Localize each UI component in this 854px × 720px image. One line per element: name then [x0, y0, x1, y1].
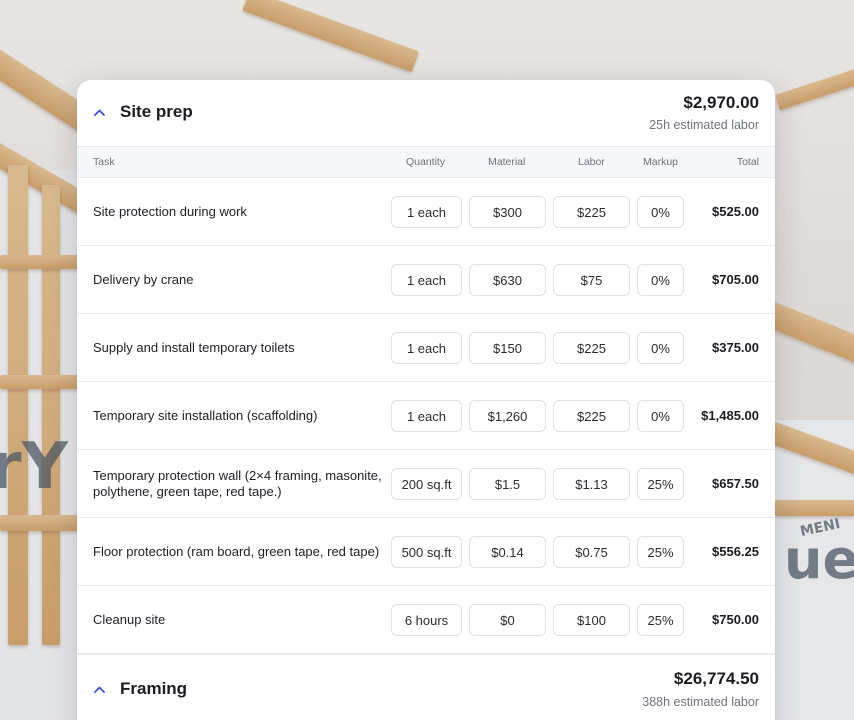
column-header-task: Task [93, 156, 115, 168]
material-input[interactable]: $630 [469, 264, 546, 296]
markup-input[interactable]: 25% [637, 468, 684, 500]
row-total: $556.25 [712, 544, 759, 559]
table-row: Delivery by crane 1 each $630 $75 0% $70… [77, 246, 775, 314]
labor-input[interactable]: $225 [553, 400, 630, 432]
section-total: $26,774.50 [673, 669, 759, 688]
row-total: $375.00 [712, 340, 759, 355]
table-row: Temporary protection wall (2×4 framing, … [77, 450, 775, 518]
quantity-input[interactable]: 1 each [391, 332, 462, 364]
task-name: Temporary protection wall (2×4 framing, … [93, 467, 382, 499]
markup-input[interactable]: 0% [637, 264, 684, 296]
task-name: Floor protection (ram board, green tape,… [93, 543, 380, 559]
quantity-input[interactable]: 1 each [391, 400, 462, 432]
table-body: Site protection during work 1 each $300 … [77, 178, 775, 654]
column-header-material: Material [488, 156, 526, 168]
table-row: Temporary site installation (scaffolding… [77, 382, 775, 450]
task-name: Cleanup site [93, 611, 166, 627]
table-row: Floor protection (ram board, green tape,… [77, 518, 775, 586]
task-name: Temporary site installation (scaffolding… [93, 407, 318, 423]
wrap-lettering-right: ue [784, 528, 854, 591]
labor-input[interactable]: $225 [553, 332, 630, 364]
material-input[interactable]: $0.14 [469, 536, 546, 568]
markup-input[interactable]: 25% [637, 536, 684, 568]
row-total: $750.00 [712, 612, 759, 627]
markup-input[interactable]: 0% [637, 196, 684, 228]
column-header-total: Total [736, 156, 759, 168]
table-header: Task Quantity Material Labor Markup Tota… [77, 146, 775, 178]
markup-input[interactable]: 0% [637, 332, 684, 364]
table-row: Site protection during work 1 each $300 … [77, 178, 775, 246]
material-input[interactable]: $300 [469, 196, 546, 228]
section-total: $2,970.00 [683, 93, 759, 112]
task-name: Site protection during work [93, 203, 247, 219]
row-total: $1,485.00 [701, 408, 759, 423]
markup-input[interactable]: 25% [637, 604, 684, 636]
estimate-card: Site prep $2,970.00 25h estimated labor … [77, 80, 775, 720]
material-input[interactable]: $150 [469, 332, 546, 364]
task-name: Supply and install temporary toilets [93, 339, 295, 355]
table-row: Cleanup site 6 hours $0 $100 25% $750.00 [77, 586, 775, 654]
material-input[interactable]: $1,260 [469, 400, 546, 432]
quantity-input[interactable]: 1 each [391, 196, 462, 228]
quantity-input[interactable]: 200 sq.ft [391, 468, 462, 500]
labor-input[interactable]: $225 [553, 196, 630, 228]
quantity-input[interactable]: 1 each [391, 264, 462, 296]
section-title: Framing [120, 679, 188, 698]
material-input[interactable]: $0 [469, 604, 546, 636]
column-header-quantity: Quantity [406, 156, 446, 168]
section-title: Site prep [120, 102, 193, 121]
section-header-site-prep[interactable]: Site prep $2,970.00 25h estimated labor [77, 80, 775, 146]
labor-input[interactable]: $0.75 [553, 536, 630, 568]
table-row: Supply and install temporary toilets 1 e… [77, 314, 775, 382]
row-total: $657.50 [712, 476, 759, 491]
quantity-input[interactable]: 6 hours [391, 604, 462, 636]
section-labor-estimate: 25h estimated labor [649, 118, 759, 132]
row-total: $705.00 [712, 272, 759, 287]
labor-input[interactable]: $100 [553, 604, 630, 636]
wrap-lettering-left: rY [0, 430, 68, 504]
chevron-up-icon[interactable] [93, 684, 105, 694]
column-header-markup: Markup [643, 156, 679, 168]
task-name: Delivery by crane [93, 271, 194, 287]
labor-input[interactable]: $75 [553, 264, 630, 296]
section-header-framing[interactable]: Framing $26,774.50 388h estimated labor [77, 654, 775, 720]
chevron-up-icon[interactable] [93, 107, 105, 117]
quantity-input[interactable]: 500 sq.ft [391, 536, 462, 568]
row-total: $525.00 [712, 204, 759, 219]
labor-input[interactable]: $1.13 [553, 468, 630, 500]
markup-input[interactable]: 0% [637, 400, 684, 432]
material-input[interactable]: $1.5 [469, 468, 546, 500]
column-header-labor: Labor [578, 156, 605, 168]
section-labor-estimate: 388h estimated labor [642, 695, 759, 709]
